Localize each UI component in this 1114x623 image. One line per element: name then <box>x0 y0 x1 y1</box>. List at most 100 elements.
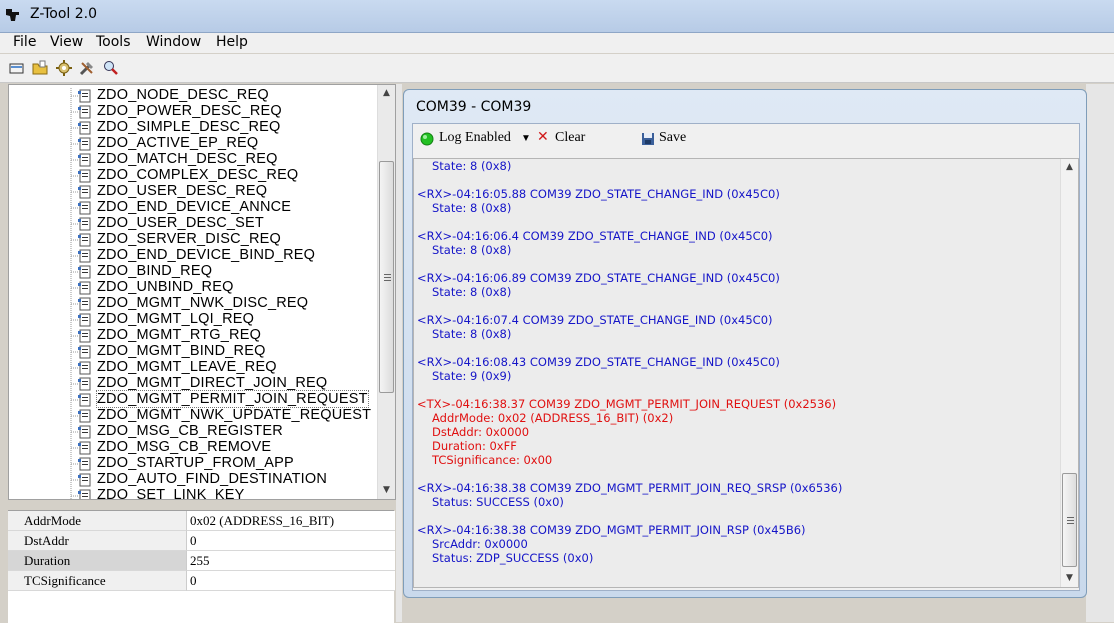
tree-scroll-up-icon[interactable]: ▲ <box>378 85 395 102</box>
command-file-icon <box>78 169 91 183</box>
clear-icon[interactable]: ✕ <box>537 129 549 145</box>
log-enabled-button[interactable]: Log Enabled <box>439 130 511 146</box>
log-header-line: <RX>-04:16:08.43 COM39 ZDO_STATE_CHANGE_… <box>417 355 780 369</box>
log-detail-line: Duration: 0xFF <box>432 439 517 453</box>
tree-connector <box>70 344 79 360</box>
tree-item[interactable]: ZDO_MGMT_LQI_REQ <box>9 311 379 328</box>
tree-item-label: ZDO_ACTIVE_EP_REQ <box>97 135 259 151</box>
tree-item[interactable]: ZDO_COMPLEX_DESC_REQ <box>9 167 379 184</box>
log-scroll-up-icon[interactable]: ▲ <box>1061 159 1078 176</box>
command-tree-list: ZDO_NODE_DESC_REQ ZDO_POWER_DESC_REQ ZDO_S… <box>9 85 379 499</box>
tree-connector <box>70 184 79 200</box>
property-value[interactable]: 0 <box>190 533 197 549</box>
tree-item[interactable]: ZDO_NODE_DESC_REQ <box>9 87 379 104</box>
tree-item[interactable]: ZDO_STARTUP_FROM_APP <box>9 455 379 472</box>
log-scroll-thumb[interactable] <box>1062 473 1077 567</box>
command-file-icon <box>78 457 91 471</box>
property-row[interactable]: DstAddr 0 <box>8 531 395 551</box>
property-row[interactable]: AddrMode 0x02 (ADDRESS_16_BIT) <box>8 511 395 531</box>
tree-item-label: ZDO_MGMT_DIRECT_JOIN_REQ <box>97 375 328 391</box>
menu-tools[interactable]: Tools <box>96 34 131 50</box>
pane-splitter[interactable] <box>396 84 402 622</box>
tree-item[interactable]: ZDO_MSG_CB_REGISTER <box>9 423 379 440</box>
tree-item[interactable]: ZDO_MGMT_BIND_REQ <box>9 343 379 360</box>
command-file-icon <box>78 377 91 391</box>
tree-item-label: ZDO_AUTO_FIND_DESTINATION <box>97 471 328 487</box>
log-scrollbar[interactable]: ▲ ▼ <box>1060 159 1078 587</box>
log-header-line: <RX>-04:16:38.38 COM39 ZDO_MGMT_PERMIT_J… <box>417 481 843 495</box>
tree-item[interactable]: ZDO_ACTIVE_EP_REQ <box>9 135 379 152</box>
main-toolbar <box>0 54 1114 83</box>
tree-item[interactable]: ZDO_MGMT_LEAVE_REQ <box>9 359 379 376</box>
property-row[interactable]: Duration 255 <box>8 551 395 571</box>
save-icon[interactable] <box>641 132 655 146</box>
command-file-icon <box>78 473 91 487</box>
log-scroll-down-icon[interactable]: ▼ <box>1061 570 1078 587</box>
tree-item[interactable]: ZDO_POWER_DESC_REQ <box>9 103 379 120</box>
tree-item-label: ZDO_USER_DESC_SET <box>97 215 264 231</box>
tree-item[interactable]: ZDO_MGMT_PERMIT_JOIN_REQUEST <box>9 390 379 408</box>
menu-file[interactable]: File <box>13 34 36 50</box>
menu-view[interactable]: View <box>50 34 83 50</box>
tree-item[interactable]: ZDO_SET_LINK_KEY <box>9 487 379 499</box>
log-detail-line: State: 8 (0x8) <box>432 327 512 341</box>
menu-help[interactable]: Help <box>216 34 248 50</box>
log-status-icon <box>420 132 434 146</box>
tree-item-label: ZDO_END_DEVICE_ANNCE <box>97 199 292 215</box>
window-title: Z-Tool 2.0 <box>30 6 98 22</box>
tree-item[interactable]: ZDO_USER_DESC_SET <box>9 215 379 232</box>
tree-item[interactable]: ZDO_MSG_CB_REMOVE <box>9 439 379 456</box>
tree-connector <box>70 376 79 392</box>
command-file-icon <box>78 441 91 455</box>
property-value[interactable]: 0x02 (ADDRESS_16_BIT) <box>190 513 334 529</box>
settings-icon[interactable] <box>55 59 73 77</box>
tree-connector <box>70 392 79 408</box>
clear-button[interactable]: Clear <box>555 130 585 146</box>
tree-item[interactable]: ZDO_MGMT_DIRECT_JOIN_REQ <box>9 375 379 392</box>
log-detail-line: State: 8 (0x8) <box>432 159 512 173</box>
tree-item[interactable]: ZDO_END_DEVICE_ANNCE <box>9 199 379 216</box>
log-detail-line: State: 8 (0x8) <box>432 201 512 215</box>
command-file-icon <box>78 153 91 167</box>
log-header-line: <RX>-04:16:06.4 COM39 ZDO_STATE_CHANGE_I… <box>417 229 773 243</box>
tree-item-label: ZDO_MATCH_DESC_REQ <box>97 151 278 167</box>
tree-item[interactable]: ZDO_MGMT_NWK_UPDATE_REQUEST <box>9 407 379 424</box>
command-file-icon <box>78 313 91 327</box>
property-value[interactable]: 255 <box>190 553 210 569</box>
tree-item-label: ZDO_USER_DESC_REQ <box>97 183 268 199</box>
property-value[interactable]: 0 <box>190 573 197 589</box>
com-window: COM39 - COM39 Log Enabled ▼ ✕ Clear Save… <box>403 89 1087 598</box>
tree-connector <box>70 488 79 499</box>
tree-scroll-down-icon[interactable]: ▼ <box>378 482 395 499</box>
tree-item-label: ZDO_MGMT_LEAVE_REQ <box>97 359 277 375</box>
tree-item[interactable]: ZDO_UNBIND_REQ <box>9 279 379 296</box>
tree-item[interactable]: ZDO_MGMT_NWK_DISC_REQ <box>9 295 379 312</box>
tree-item[interactable]: ZDO_AUTO_FIND_DESTINATION <box>9 471 379 488</box>
tools-icon[interactable] <box>78 59 96 77</box>
tree-item[interactable]: ZDO_SIMPLE_DESC_REQ <box>9 119 379 136</box>
command-file-icon <box>78 393 91 407</box>
tree-item[interactable]: ZDO_SERVER_DISC_REQ <box>9 231 379 248</box>
tree-scrollbar[interactable]: ▲ ▼ <box>377 85 395 499</box>
log-detail-line: SrcAddr: 0x0000 <box>432 537 528 551</box>
command-file-icon <box>78 297 91 311</box>
menu-bar: File View Tools Window Help <box>0 33 1114 53</box>
log-output[interactable]: State: 8 (0x8) <RX>-04:16:05.88 COM39 ZDO… <box>413 158 1079 588</box>
tree-item[interactable]: ZDO_BIND_REQ <box>9 263 379 280</box>
tree-item[interactable]: ZDO_MGMT_RTG_REQ <box>9 327 379 344</box>
chevron-down-icon[interactable]: ▼ <box>521 133 531 144</box>
folder-icon[interactable] <box>31 59 49 77</box>
search-icon[interactable] <box>101 59 119 77</box>
tree-item[interactable]: ZDO_END_DEVICE_BIND_REQ <box>9 247 379 264</box>
tree-connector <box>70 440 79 456</box>
tree-scroll-thumb[interactable] <box>379 161 394 393</box>
tree-item[interactable]: ZDO_USER_DESC_REQ <box>9 183 379 200</box>
property-row[interactable]: TCSignificance 0 <box>8 571 395 591</box>
tree-item[interactable]: ZDO_MATCH_DESC_REQ <box>9 151 379 168</box>
log-detail-line: Status: SUCCESS (0x0) <box>432 495 564 509</box>
command-file-icon <box>78 345 91 359</box>
save-button[interactable]: Save <box>659 130 686 146</box>
open-icon[interactable] <box>8 59 26 77</box>
menu-window[interactable]: Window <box>146 34 201 50</box>
tree-connector <box>70 136 79 152</box>
